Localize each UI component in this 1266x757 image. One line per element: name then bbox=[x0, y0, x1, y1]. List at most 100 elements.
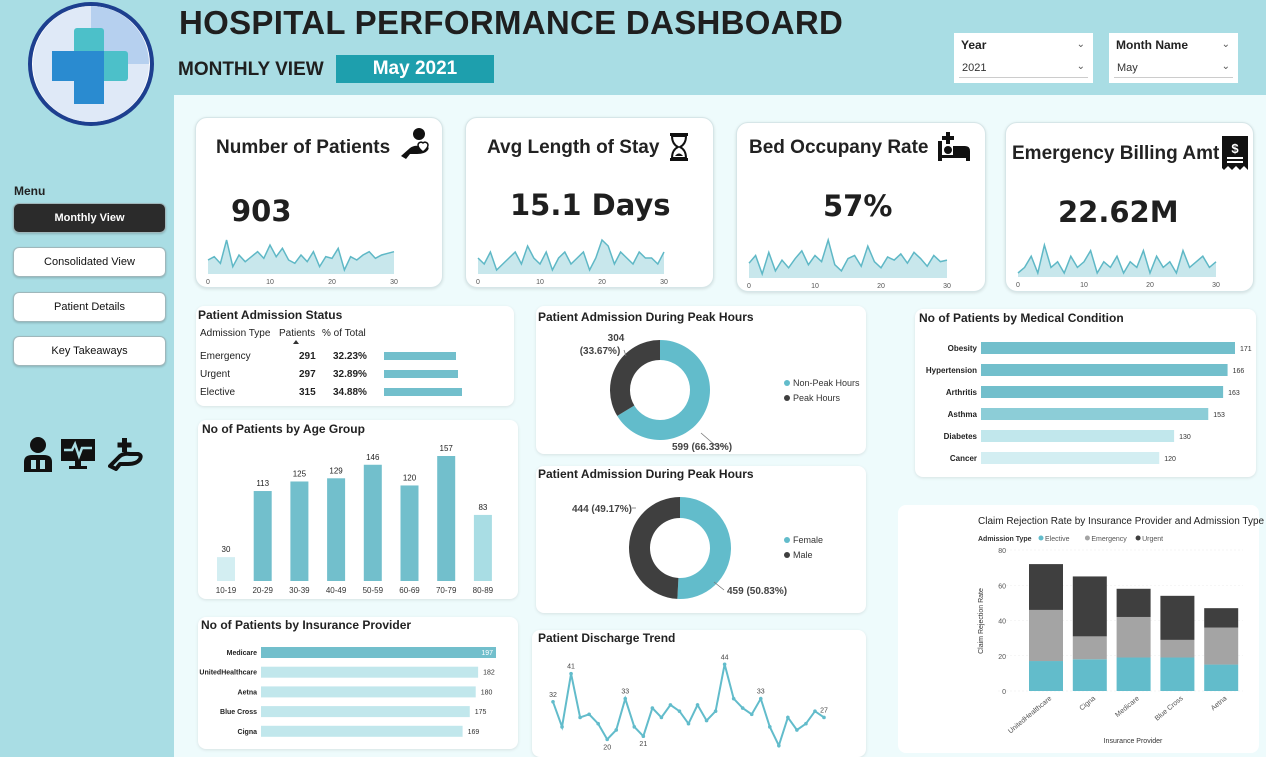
x-tick-label: 20-29 bbox=[252, 586, 273, 595]
doctor-icon[interactable] bbox=[22, 436, 54, 472]
patient-care-icon bbox=[401, 128, 429, 159]
trend-point bbox=[650, 706, 655, 710]
trend-point bbox=[686, 721, 691, 726]
x-tick-label: Aetna bbox=[1210, 695, 1229, 712]
kpi-card-number-of-patients: Number of Patients 903 0 10 20 30 bbox=[195, 117, 443, 288]
bar-value-label: 30 bbox=[222, 545, 231, 554]
legend-marker bbox=[784, 380, 790, 386]
month-slicer-value[interactable]: May bbox=[1114, 58, 1233, 78]
bar-value-label: 175 bbox=[475, 709, 487, 716]
trend-point bbox=[569, 671, 573, 676]
hospital-logo bbox=[28, 2, 154, 126]
trend-data-label: 21 bbox=[639, 741, 647, 748]
age-group-chart-card: No of Patients by Age Group 30 10-19 113 20… bbox=[198, 420, 518, 599]
column-header-patients: Patients bbox=[279, 328, 316, 339]
trend-point bbox=[731, 696, 736, 701]
kpi-sparkline: 0 10 20 30 bbox=[747, 237, 951, 290]
pct-data-bar bbox=[384, 370, 458, 378]
age-group-bar bbox=[473, 514, 492, 581]
insurance-bar bbox=[261, 647, 496, 658]
trend-point bbox=[704, 718, 709, 723]
nav-patient-details-button[interactable]: Patient Details bbox=[13, 292, 166, 322]
pct-data-bar bbox=[384, 352, 457, 360]
stacked-bar-segment bbox=[1160, 595, 1195, 640]
legend-marker bbox=[784, 395, 790, 401]
kpi-title: Number of Patients bbox=[216, 137, 391, 158]
trend-data-label: 27 bbox=[820, 707, 828, 714]
insurance-provider-bar-chart: Medicare 197 UnitedHealthcare 182 Aetna 180 Bl… bbox=[199, 647, 496, 737]
stacked-bar-segment bbox=[1160, 657, 1195, 691]
stacked-bar-segment bbox=[1029, 564, 1063, 610]
bar-value-label: 120 bbox=[1164, 456, 1176, 463]
x-tick-label: 70-79 bbox=[436, 586, 457, 595]
sparkline-tick-label: 30 bbox=[943, 283, 951, 290]
x-tick-label: Medicare bbox=[1114, 695, 1141, 719]
gender-donut-card: Patient Admission During Peak Hours 459 … bbox=[536, 466, 866, 613]
chevron-down-icon[interactable]: ⌄ bbox=[1222, 61, 1230, 72]
trend-point bbox=[713, 709, 718, 713]
trend-point bbox=[551, 700, 555, 704]
bar-value-label: 129 bbox=[329, 466, 343, 475]
bar-value-label: 130 bbox=[1179, 434, 1191, 441]
medical-condition-chart-card: No of Patients by Medical Condition Obes… bbox=[915, 309, 1256, 477]
year-slicer-value[interactable]: 2021 bbox=[959, 58, 1088, 78]
x-tick-label: 10-19 bbox=[216, 586, 237, 595]
trend-point bbox=[786, 715, 790, 720]
sort-ascending-icon[interactable] bbox=[293, 340, 299, 344]
hand-care-icon[interactable] bbox=[108, 436, 144, 472]
trend-point bbox=[659, 715, 664, 720]
sparkline-tick-label: 30 bbox=[1212, 282, 1220, 289]
sparkline-tick-label: 0 bbox=[476, 279, 480, 286]
kpi-card-emergency-billing-amt: Emergency Billing Amt $ 22.62M 0 10 20 30 bbox=[1005, 122, 1254, 292]
bar-value-label: 125 bbox=[293, 469, 307, 478]
bar-value-label: 83 bbox=[478, 503, 487, 512]
admission-type-cell: Urgent bbox=[200, 369, 231, 380]
month-slicer[interactable]: Month Name ⌄ May ⌄ bbox=[1109, 33, 1238, 83]
stacked-bar-segment bbox=[1116, 616, 1151, 658]
age-group-bar bbox=[253, 491, 272, 581]
nav-key-takeaways-button[interactable]: Key Takeaways bbox=[13, 336, 166, 366]
stacked-bar-segment bbox=[1116, 588, 1151, 617]
trend-point bbox=[641, 734, 646, 739]
x-tick-label: Blue Cross bbox=[1154, 695, 1185, 723]
legend-label: Elective bbox=[1045, 536, 1070, 543]
trend-point bbox=[614, 728, 619, 732]
chevron-down-icon[interactable]: ⌄ bbox=[1077, 61, 1085, 72]
y-category-label: Hypertension bbox=[926, 366, 977, 375]
peak-hours-donut-chart: 599 (66.33%) Non-Peak Hours 304 (33.67%) Pea… bbox=[580, 333, 860, 453]
stacked-bar-segment bbox=[1029, 661, 1063, 691]
patients-cell: 291 bbox=[299, 351, 316, 362]
legend-marker bbox=[1038, 535, 1044, 541]
trend-point bbox=[668, 703, 673, 707]
bar-value-label: 197 bbox=[481, 650, 493, 657]
month-slicer-label: Month Name bbox=[1116, 38, 1188, 52]
kpi-sparkline: 0 10 20 30 bbox=[206, 239, 398, 286]
y-tick-label: 60 bbox=[998, 583, 1006, 590]
sparkline-tick-label: 20 bbox=[1146, 282, 1154, 289]
donut-data-label: 304 bbox=[608, 333, 625, 344]
bar-value-label: 180 bbox=[481, 689, 493, 696]
stacked-bar-segment bbox=[1204, 608, 1239, 628]
insurance-bar bbox=[261, 706, 470, 718]
y-tick-label: 80 bbox=[998, 548, 1006, 555]
y-category-label: Arthritis bbox=[946, 388, 978, 397]
bar-value-label: 163 bbox=[1228, 390, 1240, 397]
bar-value-label: 146 bbox=[366, 453, 380, 462]
bar-value-label: 120 bbox=[403, 473, 417, 482]
trend-data-label: 32 bbox=[549, 692, 557, 699]
y-category-label: Medicare bbox=[227, 650, 257, 657]
condition-bar bbox=[981, 430, 1175, 442]
nav-consolidated-view-button[interactable]: Consolidated View bbox=[13, 247, 166, 277]
discharge-trend-line-chart: 32 41 20 33 21 44 33 27 bbox=[549, 654, 828, 751]
current-month-badge: May 2021 bbox=[336, 55, 494, 83]
monitor-heartbeat-icon[interactable] bbox=[60, 438, 96, 470]
trend-data-label: 20 bbox=[603, 744, 611, 751]
sparkline-tick-label: 30 bbox=[660, 279, 668, 286]
trend-data-label: 41 bbox=[567, 664, 575, 671]
hourglass-icon bbox=[670, 133, 688, 161]
nav-monthly-view-button[interactable]: Monthly View bbox=[13, 203, 166, 233]
donut-slice bbox=[677, 497, 731, 599]
condition-bar bbox=[981, 408, 1209, 420]
bar-value-label: 157 bbox=[440, 444, 454, 453]
year-slicer[interactable]: Year ⌄ 2021 ⌄ bbox=[954, 33, 1093, 83]
